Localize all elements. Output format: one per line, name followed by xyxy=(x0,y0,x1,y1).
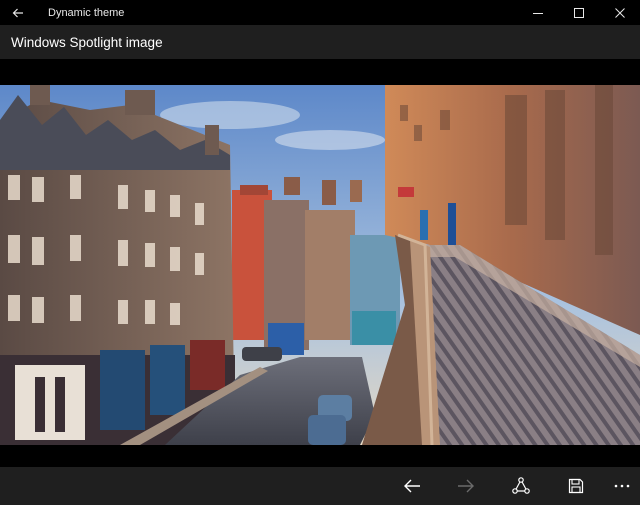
maximize-button[interactable] xyxy=(558,0,599,25)
image-top-letterbox xyxy=(0,59,640,85)
save-icon xyxy=(568,478,584,494)
street-scene-photo xyxy=(0,85,640,445)
window-title: Dynamic theme xyxy=(48,6,125,19)
minimize-button[interactable] xyxy=(517,0,558,25)
ellipsis-icon xyxy=(614,484,630,488)
image-bottom-letterbox xyxy=(0,445,640,467)
maximize-icon xyxy=(573,7,584,18)
arrow-right-icon xyxy=(458,479,474,493)
arrow-left-icon xyxy=(12,8,23,17)
more-options-button[interactable] xyxy=(602,467,640,505)
title-bar: Dynamic theme xyxy=(0,0,640,25)
close-button[interactable] xyxy=(599,0,640,25)
share-icon xyxy=(512,477,530,494)
back-button[interactable] xyxy=(0,0,36,25)
window-controls xyxy=(517,0,640,25)
command-bar xyxy=(0,467,640,505)
minimize-icon xyxy=(532,12,543,14)
spotlight-image xyxy=(0,85,640,445)
close-icon xyxy=(614,7,625,18)
share-button[interactable] xyxy=(501,467,541,505)
page-header: Windows Spotlight image xyxy=(0,25,640,59)
save-button[interactable] xyxy=(556,467,596,505)
next-image-button[interactable] xyxy=(446,467,486,505)
arrow-left-icon xyxy=(404,479,420,493)
page-title: Windows Spotlight image xyxy=(11,34,163,50)
previous-image-button[interactable] xyxy=(392,467,432,505)
